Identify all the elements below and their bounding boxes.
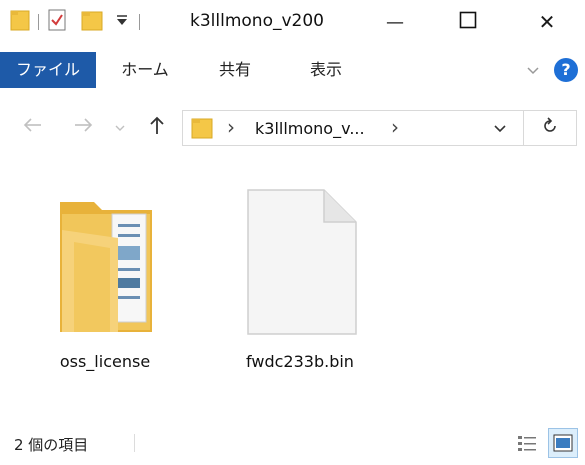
- separator: [134, 434, 135, 452]
- help-icon: ?: [561, 60, 571, 79]
- close-icon: ✕: [538, 10, 556, 34]
- ribbon-expand-icon[interactable]: [526, 63, 540, 82]
- file-name: fwdc233b.bin: [246, 352, 354, 371]
- tab-share[interactable]: 共有: [205, 52, 265, 88]
- address-bar[interactable]: › k3lllmono_v... ›: [182, 110, 524, 146]
- list-item[interactable]: oss_license: [40, 180, 170, 380]
- separator: [38, 14, 39, 30]
- breadcrumb-separator-icon[interactable]: ›: [227, 115, 235, 139]
- separator: [139, 14, 140, 30]
- tab-home[interactable]: ホーム: [110, 52, 180, 88]
- file-icon: [246, 188, 358, 340]
- forward-arrow-icon: [73, 117, 93, 137]
- refresh-button[interactable]: [524, 110, 577, 146]
- new-folder-icon[interactable]: [81, 8, 105, 36]
- breadcrumb-item[interactable]: k3lllmono_v...: [255, 119, 365, 138]
- folder-icon[interactable]: [10, 8, 30, 36]
- refresh-icon: [541, 117, 559, 139]
- close-button[interactable]: ✕: [516, 0, 578, 44]
- item-count: 2 個の項目: [14, 436, 89, 454]
- customize-toolbar-icon[interactable]: [115, 13, 129, 31]
- back-arrow-icon: [23, 117, 43, 137]
- up-button[interactable]: [144, 114, 170, 140]
- help-button[interactable]: ?: [554, 58, 578, 82]
- address-dropdown-icon[interactable]: [493, 121, 507, 140]
- minimize-button[interactable]: —: [364, 0, 426, 44]
- forward-button[interactable]: [70, 114, 96, 140]
- properties-icon[interactable]: [47, 8, 67, 36]
- list-item[interactable]: fwdc233b.bin: [230, 180, 370, 380]
- breadcrumb-separator-icon[interactable]: ›: [391, 115, 399, 139]
- maximize-icon: [459, 11, 477, 33]
- ribbon-tabs: ファイル ホーム 共有 表示 ?: [0, 52, 585, 88]
- window-title: k3lllmono_v200: [190, 11, 324, 31]
- recent-locations-button[interactable]: [110, 114, 130, 140]
- file-list: oss_license fwdc233b.bin: [0, 150, 585, 420]
- minimize-icon: —: [386, 11, 404, 33]
- quick-access-toolbar: [10, 9, 148, 35]
- back-button[interactable]: [20, 114, 46, 140]
- tab-file[interactable]: ファイル: [0, 52, 96, 88]
- navigation-bar: › k3lllmono_v... ›: [0, 104, 585, 150]
- file-name: oss_license: [59, 352, 151, 371]
- folder-icon: [191, 116, 213, 144]
- up-arrow-icon: [149, 115, 165, 139]
- tab-view[interactable]: 表示: [296, 52, 356, 88]
- details-view-icon[interactable]: [516, 432, 538, 458]
- title-bar: k3lllmono_v200 — ✕: [0, 0, 585, 44]
- large-icons-view-icon[interactable]: [548, 428, 578, 458]
- chevron-down-icon: [115, 118, 125, 137]
- folder-icon: [58, 194, 154, 338]
- status-bar: 2 個の項目: [0, 420, 585, 465]
- maximize-button[interactable]: [437, 0, 499, 44]
